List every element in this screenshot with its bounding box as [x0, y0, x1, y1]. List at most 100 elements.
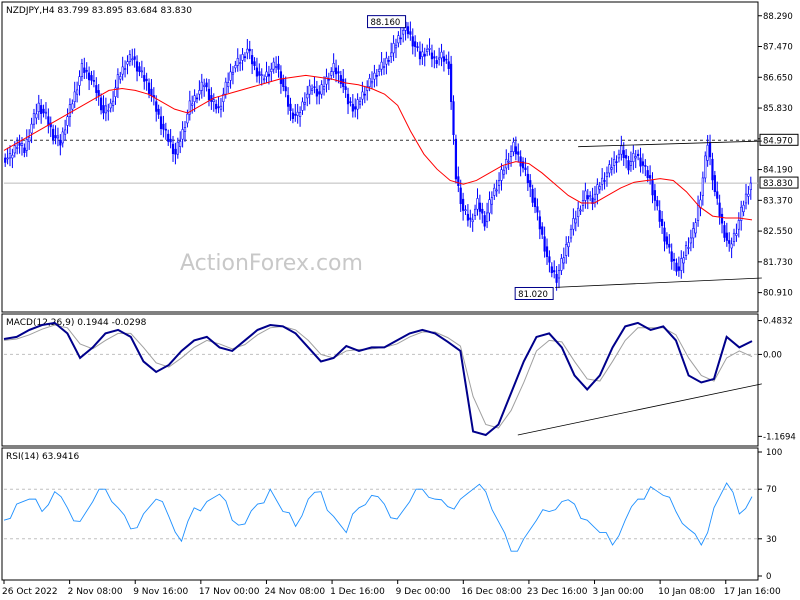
candle-body — [243, 56, 247, 58]
candle-body — [392, 43, 395, 54]
candle-body — [644, 165, 647, 167]
candle-body — [315, 88, 318, 97]
candle-body — [200, 81, 203, 91]
candle-body — [16, 147, 19, 149]
candle-body — [380, 61, 383, 70]
candle-body — [603, 180, 606, 182]
macd-tick-label: 0.4832 — [763, 317, 793, 327]
price-pane-frame — [1, 1, 759, 313]
candle-body — [131, 58, 134, 61]
candle-body — [584, 190, 587, 201]
candle-body — [126, 61, 129, 65]
candle-body — [143, 75, 146, 82]
candle-body — [490, 197, 493, 205]
candle-body — [373, 72, 376, 80]
candle-body — [217, 106, 220, 108]
candle-body — [109, 102, 112, 109]
rsi-tick-label: 0 — [766, 572, 771, 582]
candle-body — [668, 243, 671, 248]
candle-body — [656, 200, 659, 207]
candle-body — [260, 74, 263, 76]
candle-body — [687, 247, 690, 249]
candle-body — [414, 41, 417, 47]
candle-body — [291, 112, 294, 119]
price-tick-label: 84.190 — [763, 166, 793, 176]
candle-body — [224, 81, 227, 95]
candle-body — [450, 63, 453, 102]
candle-body — [601, 177, 604, 185]
candle-body — [660, 218, 664, 227]
candle-body — [442, 56, 446, 62]
candle-body — [248, 48, 251, 52]
candle-body — [68, 104, 72, 117]
candle-body — [95, 85, 98, 93]
candle-body — [512, 141, 515, 152]
candle-body — [176, 141, 179, 155]
candle-body — [265, 71, 268, 77]
candle-body — [615, 161, 618, 163]
candle-body — [466, 213, 470, 221]
candle-body — [706, 144, 709, 161]
candle-body — [649, 175, 652, 179]
candle-body — [78, 76, 81, 86]
date-tick-label: 23 Dec 16:00 — [527, 587, 588, 597]
candle-body — [270, 68, 273, 72]
candle-body — [620, 145, 623, 155]
candle-body — [97, 90, 100, 96]
candle-body — [135, 61, 139, 72]
candle-body — [66, 116, 69, 126]
candle-body — [390, 52, 393, 57]
candle-body — [423, 53, 426, 57]
candle-body — [150, 88, 153, 96]
candle-body — [569, 228, 573, 239]
candle-body — [30, 123, 33, 134]
candle-body — [711, 158, 714, 181]
candle-body — [725, 232, 728, 241]
macd-tick-label: 0.00 — [763, 350, 782, 360]
candle-body — [517, 151, 520, 155]
candle-body — [99, 97, 103, 111]
candle-body — [459, 187, 462, 205]
candle-body — [279, 71, 283, 84]
candle-body — [375, 75, 378, 77]
candle-body — [363, 93, 366, 96]
candle-body — [234, 65, 237, 69]
date-tick-label: 9 Nov 16:00 — [133, 587, 188, 597]
candle-body — [277, 63, 280, 70]
candle-body — [708, 142, 712, 158]
candle-body — [171, 143, 175, 154]
candle-body — [159, 116, 163, 129]
candle-body — [732, 232, 736, 243]
macd-pane-frame — [1, 313, 759, 447]
candle-body — [574, 218, 577, 224]
candle-body — [32, 113, 36, 125]
candle-body — [689, 237, 692, 244]
candle-body — [409, 31, 412, 35]
candle-body — [610, 167, 613, 170]
candle-body — [272, 61, 275, 70]
candle-body — [529, 180, 532, 188]
candle-body — [133, 56, 136, 60]
candle-body — [653, 190, 657, 201]
candle-body — [704, 155, 707, 179]
candle-body — [572, 218, 575, 230]
candle-body — [589, 195, 592, 198]
candle-body — [665, 236, 668, 245]
candle-body — [387, 60, 390, 62]
candle-body — [11, 154, 14, 159]
candle-body — [191, 103, 194, 106]
candle-body — [500, 169, 503, 181]
candle-body — [330, 71, 333, 76]
candle-body — [723, 225, 726, 238]
candle-body — [541, 226, 544, 235]
candle-body — [577, 207, 580, 218]
candle-body — [632, 153, 635, 162]
candle-body — [205, 82, 208, 88]
candle-body — [411, 36, 414, 47]
candle-body — [634, 156, 637, 159]
candle-body — [320, 84, 323, 95]
candle-body — [35, 113, 38, 119]
candle-body — [553, 270, 556, 273]
candle-body — [258, 71, 261, 76]
candle-body — [658, 210, 661, 222]
